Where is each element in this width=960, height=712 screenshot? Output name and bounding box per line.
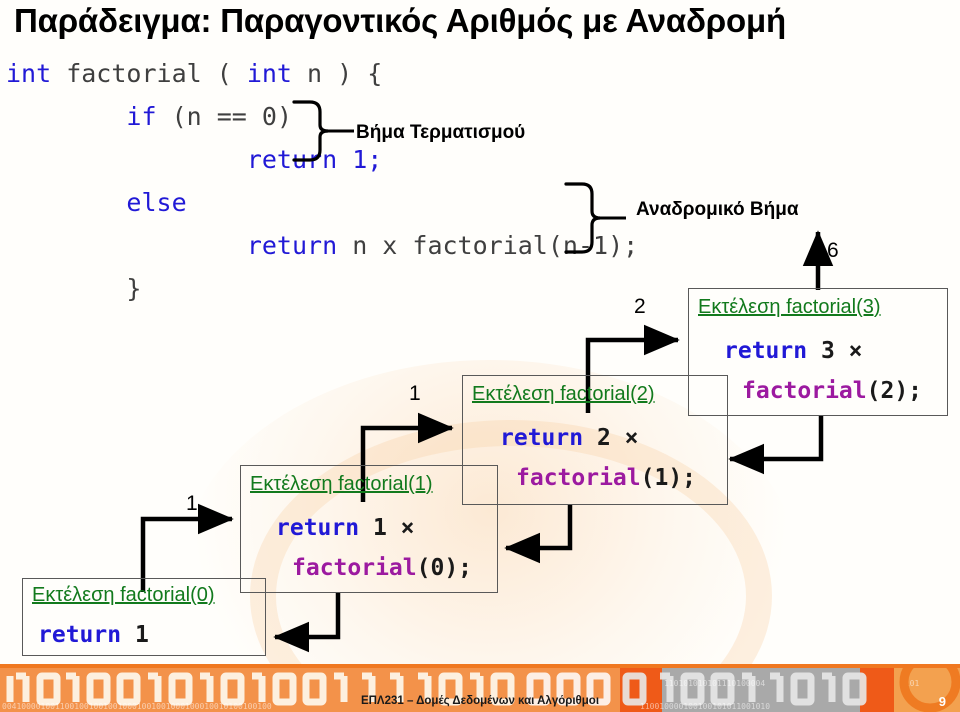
arrow-label-to-factorial3: 2 bbox=[634, 295, 646, 318]
call-box-factorial1-line1: return 1 × bbox=[276, 515, 414, 541]
call-box-factorial1-title: Εκτέλεση factorial(1) bbox=[250, 473, 433, 495]
factorial2-call-name: factorial bbox=[516, 465, 641, 491]
termination-step-label: Βήμα Τερματισμού bbox=[356, 122, 526, 143]
factorial0-return-value: 1 bbox=[121, 622, 149, 648]
code-keyword-else: else bbox=[126, 188, 187, 217]
factorial2-return-keyword: return bbox=[500, 425, 584, 451]
slide-footer-band: 110101010101110100004 1101 0041000010011… bbox=[0, 664, 960, 712]
arrow-label-result: 6 bbox=[827, 239, 839, 262]
call-box-factorial2-line2: factorial(1); bbox=[516, 465, 696, 491]
slide-canvas: Παράδειγμα: Παραγοντικός Αριθμός με Αναδ… bbox=[0, 0, 960, 712]
factorial3-return-keyword: return bbox=[724, 338, 808, 364]
code-text-signature-end: n ) { bbox=[291, 59, 383, 88]
call-box-factorial2-title: Εκτέλεση factorial(2) bbox=[472, 383, 655, 405]
page-title: Παράδειγμα: Παραγοντικός Αριθμός με Αναδ… bbox=[14, 2, 786, 39]
factorial1-return-keyword: return bbox=[276, 515, 360, 541]
code-text-condition: (n == 0) bbox=[156, 102, 292, 131]
footer-page-number: 9 bbox=[938, 694, 946, 709]
footer-course-label: ΕΠΛ231 – Δομές Δεδομένων και Αλγόριθμοι bbox=[360, 695, 600, 707]
call-box-factorial0-line1: return 1 bbox=[38, 622, 149, 648]
factorial3-call-name: factorial bbox=[742, 378, 867, 404]
code-keyword-return-rec: return bbox=[246, 231, 338, 260]
factorial2-call-arg: (1); bbox=[640, 465, 697, 491]
call-box-factorial3-line2: factorial(2); bbox=[742, 378, 922, 404]
factorial2-return-value: 2 × bbox=[583, 425, 639, 451]
code-text-close-brace: } bbox=[126, 274, 142, 303]
svg-text:110101010101110100004: 110101010101110100004 bbox=[664, 679, 765, 688]
code-keyword-if: if bbox=[126, 102, 157, 131]
footer-accent-line bbox=[0, 664, 960, 668]
call-box-factorial0-title: Εκτέλεση factorial(0) bbox=[32, 584, 215, 606]
code-keyword-int-param: int bbox=[246, 59, 292, 88]
factorial1-return-value: 1 × bbox=[359, 515, 415, 541]
factorial3-call-arg: (2); bbox=[866, 378, 923, 404]
code-text-signature: factorial ( bbox=[51, 59, 247, 88]
call-box-factorial2-line1: return 2 × bbox=[500, 425, 638, 451]
recursive-step-label: Αναδρομικό Βήμα bbox=[636, 199, 799, 220]
arrow-label-to-factorial2: 1 bbox=[409, 382, 421, 405]
call-box-factorial3-line1: return 3 × bbox=[724, 338, 862, 364]
factorial0-return-keyword: return bbox=[38, 622, 122, 648]
call-box-factorial1-line2: factorial(0); bbox=[292, 555, 472, 581]
arrow-label-to-factorial1: 1 bbox=[186, 492, 198, 515]
factorial1-call-name: factorial bbox=[292, 555, 417, 581]
call-box-factorial3-title: Εκτέλεση factorial(3) bbox=[698, 296, 881, 318]
code-keyword-int: int bbox=[6, 59, 52, 88]
factorial1-call-arg: (0); bbox=[416, 555, 473, 581]
code-listing: int factorial ( int n ) { if (n == 0) re… bbox=[6, 52, 638, 310]
factorial3-return-value: 3 × bbox=[807, 338, 863, 364]
